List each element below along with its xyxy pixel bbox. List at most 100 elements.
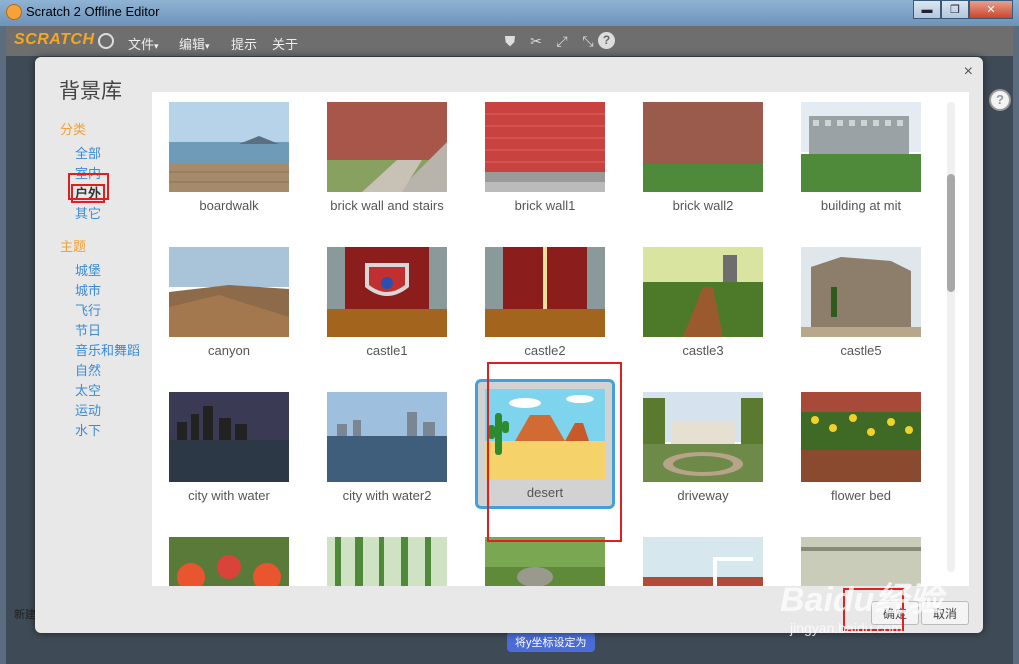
theme-holiday[interactable]: 节日 [60, 321, 160, 341]
theme-underwater[interactable]: 水下 [60, 421, 160, 441]
dialog-title: 背景库 [59, 80, 122, 103]
backdrop-label: brick wall1 [514, 198, 576, 213]
backdrop-label: castle3 [682, 343, 724, 358]
backdrop-tile-brick-wall1[interactable]: brick wall1 [475, 92, 615, 222]
help-icon[interactable]: ? [598, 32, 615, 49]
backdrop-thumbnail [801, 392, 921, 482]
backdrop-thumbnail [801, 102, 921, 192]
backdrop-thumbnail [169, 537, 289, 586]
backdrop-tile-boardwalk[interactable]: boardwalk [159, 92, 299, 222]
backdrop-thumbnail [327, 102, 447, 192]
theme-city[interactable]: 城市 [60, 281, 160, 301]
language-globe-icon[interactable] [98, 33, 114, 49]
backdrop-tile-forest[interactable] [317, 527, 457, 586]
backdrop-label: canyon [208, 343, 250, 358]
backdrop-tile-canyon[interactable]: canyon [159, 237, 299, 367]
set-y-block[interactable]: 将y坐标设定为 [507, 632, 595, 652]
backdrop-thumbnail [643, 247, 763, 337]
theme-flying[interactable]: 飞行 [60, 301, 160, 321]
backdrop-label: city with water [188, 488, 270, 503]
backdrop-thumbnail [169, 392, 289, 482]
menu-tips[interactable]: 提示 [231, 34, 257, 53]
theme-music-dance[interactable]: 音乐和舞蹈 [60, 341, 160, 361]
category-heading: 分类 [60, 122, 87, 137]
watermark: Baidu经验 [780, 581, 943, 619]
backdrop-label: building at mit [820, 198, 902, 213]
backdrop-label: brick wall2 [672, 198, 734, 213]
window-titlebar: Scratch 2 Offline Editor ▬ ❐ ✕ [0, 0, 1019, 26]
grow-tool-icon[interactable]: ⤢ [554, 33, 570, 49]
backdrop-tile-city-with-water[interactable]: city with water [159, 382, 299, 512]
backdrop-label: castle5 [840, 343, 882, 358]
backdrop-label: boardwalk [199, 198, 259, 213]
backdrop-label: city with water2 [342, 488, 432, 503]
category-outdoors[interactable]: 户外 [60, 184, 160, 204]
backdrop-grid: boardwalk brick wall and stairs brick wa… [152, 92, 969, 586]
category-indoors[interactable]: 室内 [60, 164, 160, 184]
backdrop-thumbnail [485, 247, 605, 337]
backdrop-label: desert [526, 485, 564, 500]
backdrop-thumbnail [327, 537, 447, 586]
minimize-button[interactable]: ▬ [913, 0, 941, 19]
backdrop-tile-goal[interactable] [633, 527, 773, 586]
cut-tool-icon[interactable]: ✂ [528, 33, 544, 49]
library-sidebar: 分类 全部 室内 户外 其它 主题 城堡 城市 飞行 节日 音乐和舞蹈 自然 太… [60, 119, 160, 441]
theme-nature[interactable]: 自然 [60, 361, 160, 381]
backdrop-tile-driveway[interactable]: driveway [633, 382, 773, 512]
backdrop-thumbnail [485, 537, 605, 586]
backdrop-tile-castle5[interactable]: castle5 [791, 237, 931, 367]
menubar: SCRATCH 文件▾ 编辑▾ 提示 关于 ⛊ ✂ ⤢ ⤡ ? [6, 26, 1013, 56]
backdrop-tile-castle3[interactable]: castle3 [633, 237, 773, 367]
backdrop-tile-flowers[interactable] [159, 527, 299, 586]
backdrop-tile-building-at-mit[interactable]: building at mit [791, 92, 931, 222]
close-window-button[interactable]: ✕ [969, 0, 1013, 19]
menu-edit[interactable]: 编辑▾ [179, 34, 210, 53]
app-icon [6, 4, 22, 20]
dialog-close-icon[interactable]: × [964, 63, 973, 81]
backdrop-label: castle2 [524, 343, 566, 358]
category-all[interactable]: 全部 [60, 144, 160, 164]
theme-heading: 主题 [60, 239, 87, 254]
backdrop-thumbnail [485, 389, 605, 479]
backdrop-thumbnail [643, 392, 763, 482]
backdrop-label: driveway [677, 488, 729, 503]
theme-sports[interactable]: 运动 [60, 401, 160, 421]
backdrop-tile-desert[interactable]: desert [475, 379, 615, 509]
backdrop-thumbnail [643, 102, 763, 192]
menu-file[interactable]: 文件▾ [128, 34, 159, 53]
backdrop-tile-castle2[interactable]: castle2 [475, 237, 615, 367]
backdrop-tile-brick-wall2[interactable]: brick wall2 [633, 92, 773, 222]
scrollbar-thumb[interactable] [947, 174, 955, 292]
backdrop-label: castle1 [366, 343, 408, 358]
backdrop-thumbnail [169, 102, 289, 192]
window-title: Scratch 2 Offline Editor [26, 4, 160, 19]
backdrop-tile-flower-bed[interactable]: flower bed [791, 382, 931, 512]
new-backdrop-label: 新建 [14, 609, 36, 621]
scratch-logo[interactable]: SCRATCH [14, 31, 95, 49]
watermark-url: jingyan.baidu.com [790, 620, 903, 636]
window-controls: ▬ ❐ ✕ [913, 0, 1013, 20]
theme-castle[interactable]: 城堡 [60, 261, 160, 281]
backdrop-label: brick wall and stairs [330, 198, 444, 213]
backdrop-thumbnail [327, 392, 447, 482]
backdrop-library-dialog: 背景库 × 分类 全部 室内 户外 其它 主题 城堡 城市 飞行 节日 音乐和舞… [35, 57, 983, 633]
backdrop-thumbnail [485, 102, 605, 192]
backdrop-thumbnail [169, 247, 289, 337]
menu-about[interactable]: 关于 [272, 34, 298, 53]
stamp-tool-icon[interactable]: ⛊ [502, 33, 518, 49]
grid-scrollbar[interactable] [947, 102, 955, 572]
backdrop-thumbnail [327, 247, 447, 337]
category-other[interactable]: 其它 [60, 204, 160, 224]
shrink-tool-icon[interactable]: ⤡ [580, 33, 596, 49]
backdrop-label: flower bed [831, 488, 891, 503]
backdrop-tile-city-with-water2[interactable]: city with water2 [317, 382, 457, 512]
backdrop-tile-garden[interactable] [475, 527, 615, 586]
category-outdoors-label: 户外 [71, 184, 106, 203]
maximize-button[interactable]: ❐ [941, 0, 969, 19]
backdrop-tile-castle1[interactable]: castle1 [317, 237, 457, 367]
backdrop-thumbnail [801, 247, 921, 337]
side-help-icon[interactable]: ? [989, 89, 1011, 111]
backdrop-thumbnail [643, 537, 763, 586]
backdrop-tile-brick-wall-and-stairs[interactable]: brick wall and stairs [317, 92, 457, 222]
theme-space[interactable]: 太空 [60, 381, 160, 401]
